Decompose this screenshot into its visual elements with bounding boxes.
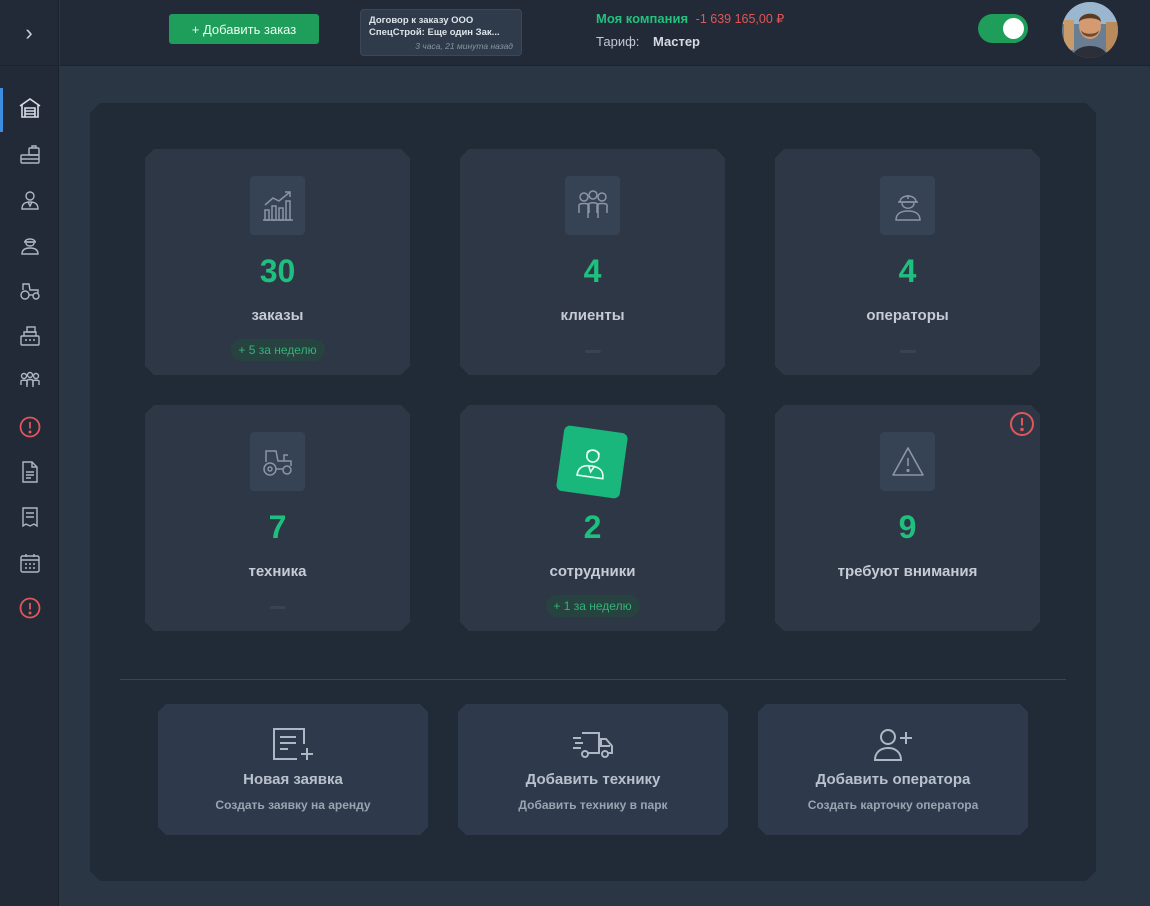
- notification-time: 3 часа, 21 минута назад: [415, 41, 513, 51]
- receipt-icon: [21, 507, 38, 528]
- sidebar-toggle-button[interactable]: ›: [0, 0, 58, 66]
- alert-icon: [1009, 411, 1035, 437]
- stat-empty-dash: [900, 350, 916, 353]
- company-balance: -1 639 165,00 ₽: [695, 12, 785, 26]
- section-divider: [120, 679, 1066, 680]
- stat-card-orders[interactable]: 30 заказы + 5 за неделю: [145, 149, 410, 375]
- tractor-icon: [19, 283, 40, 300]
- company-name[interactable]: Моя компания: [596, 11, 688, 26]
- clients-group-icon: [575, 188, 611, 224]
- cash-register-icon: [19, 326, 40, 346]
- stat-count: 4: [898, 253, 917, 289]
- add-operator-button[interactable]: Добавить оператора Создать карточку опер…: [758, 704, 1028, 835]
- tariff-value: Мастер: [653, 34, 701, 49]
- document-icon: [21, 461, 38, 483]
- sidebar-item-calendar[interactable]: [0, 543, 59, 583]
- stat-count: 9: [898, 509, 917, 545]
- stat-empty-dash: [585, 350, 601, 353]
- icon-box: [565, 176, 620, 235]
- stat-card-employees[interactable]: 2 сотрудники + 1 за неделю: [460, 405, 725, 631]
- stat-count: 4: [583, 253, 602, 289]
- sidebar: ›: [0, 0, 59, 906]
- employee-icon: [20, 191, 39, 210]
- user-avatar[interactable]: [1062, 2, 1118, 58]
- stat-label: сотрудники: [549, 563, 636, 580]
- stat-label: требуют внимания: [837, 563, 978, 580]
- dashboard-panel: 30 заказы + 5 за неделю 4 клиенты 4 опер…: [90, 103, 1096, 881]
- stat-count: 2: [583, 509, 602, 545]
- icon-box: [250, 432, 305, 491]
- sidebar-item-alerts[interactable]: [0, 407, 59, 447]
- warning-triangle-icon: [890, 444, 926, 480]
- clients-group-icon: [19, 371, 40, 387]
- new-request-button[interactable]: Новая заявка Создать заявку на аренду: [158, 704, 428, 835]
- theme-toggle-switch[interactable]: [978, 14, 1028, 43]
- sidebar-item-operators[interactable]: [0, 225, 59, 265]
- stat-card-clients[interactable]: 4 клиенты: [460, 149, 725, 375]
- company-info: Моя компания -1 639 165,00 ₽: [596, 11, 784, 26]
- stat-label: клиенты: [560, 307, 625, 324]
- sidebar-item-dashboard[interactable]: [0, 88, 59, 132]
- sidebar-item-finance[interactable]: [0, 316, 59, 356]
- sidebar-item-documents[interactable]: [0, 452, 59, 492]
- stat-card-machinery[interactable]: 7 техника: [145, 405, 410, 631]
- stat-label: операторы: [866, 307, 949, 324]
- chevron-right-icon: ›: [25, 19, 33, 45]
- notification-title-line1: Договор к заказу ООО: [369, 15, 474, 26]
- stat-card-operators[interactable]: 4 операторы: [775, 149, 1040, 375]
- add-order-button[interactable]: + Добавить заказ: [169, 14, 319, 44]
- new-request-icon: [271, 726, 315, 762]
- stat-card-attention[interactable]: 9 требуют внимания: [775, 405, 1040, 631]
- avatar-photo: [1062, 2, 1118, 58]
- stat-label: заказы: [251, 307, 304, 324]
- calendar-icon: [19, 554, 40, 573]
- stat-label: техника: [248, 563, 307, 580]
- stat-weekly-badge: + 1 за неделю: [545, 595, 639, 617]
- action-title: Добавить оператора: [815, 771, 971, 788]
- stat-count: 7: [268, 509, 287, 545]
- sidebar-item-receipts[interactable]: [0, 497, 59, 537]
- stat-count: 30: [259, 253, 296, 289]
- action-subtitle: Добавить технику в парк: [518, 798, 668, 812]
- action-subtitle: Создать заявку на аренду: [215, 798, 371, 812]
- icon-box: [250, 176, 305, 235]
- icon-box-highlighted: [556, 425, 629, 499]
- add-machinery-button[interactable]: Добавить технику Добавить технику в парк: [458, 704, 728, 835]
- sidebar-item-orders[interactable]: [0, 134, 59, 174]
- truck-fast-icon: [571, 726, 615, 762]
- action-title: Новая заявка: [243, 771, 343, 788]
- alert-icon: [19, 416, 40, 438]
- stat-weekly-badge: + 5 за неделю: [230, 339, 324, 361]
- action-subtitle: Создать карточку оператора: [807, 798, 979, 812]
- sidebar-item-clients[interactable]: [0, 361, 59, 401]
- sidebar-item-warnings[interactable]: [0, 588, 59, 628]
- top-header: + Добавить заказ Договор к заказу ООО Сп…: [60, 0, 1150, 66]
- sidebar-item-employees[interactable]: [0, 180, 59, 220]
- tractor-icon: [260, 444, 296, 480]
- briefcase-stack-icon: [19, 145, 40, 164]
- sidebar-item-machinery[interactable]: [0, 271, 59, 311]
- alert-icon: [19, 597, 40, 619]
- employee-icon: [572, 442, 613, 483]
- operator-helmet-icon: [20, 238, 39, 255]
- toggle-knob: [1003, 18, 1024, 39]
- notification-title-line2: СпецСтрой: Еще один Зак...: [369, 27, 500, 38]
- icon-box: [880, 432, 935, 491]
- chart-growth-icon: [260, 188, 296, 224]
- tariff-info: Тариф: Мастер: [596, 34, 700, 49]
- notification-card[interactable]: Договор к заказу ООО СпецСтрой: Еще один…: [360, 9, 522, 56]
- user-add-icon: [871, 726, 915, 762]
- action-title: Добавить технику: [525, 771, 661, 788]
- stat-empty-dash: [270, 606, 286, 609]
- tariff-label: Тариф:: [596, 34, 640, 49]
- icon-box: [880, 176, 935, 235]
- operator-helmet-icon: [890, 188, 926, 224]
- warehouse-icon: [19, 98, 40, 118]
